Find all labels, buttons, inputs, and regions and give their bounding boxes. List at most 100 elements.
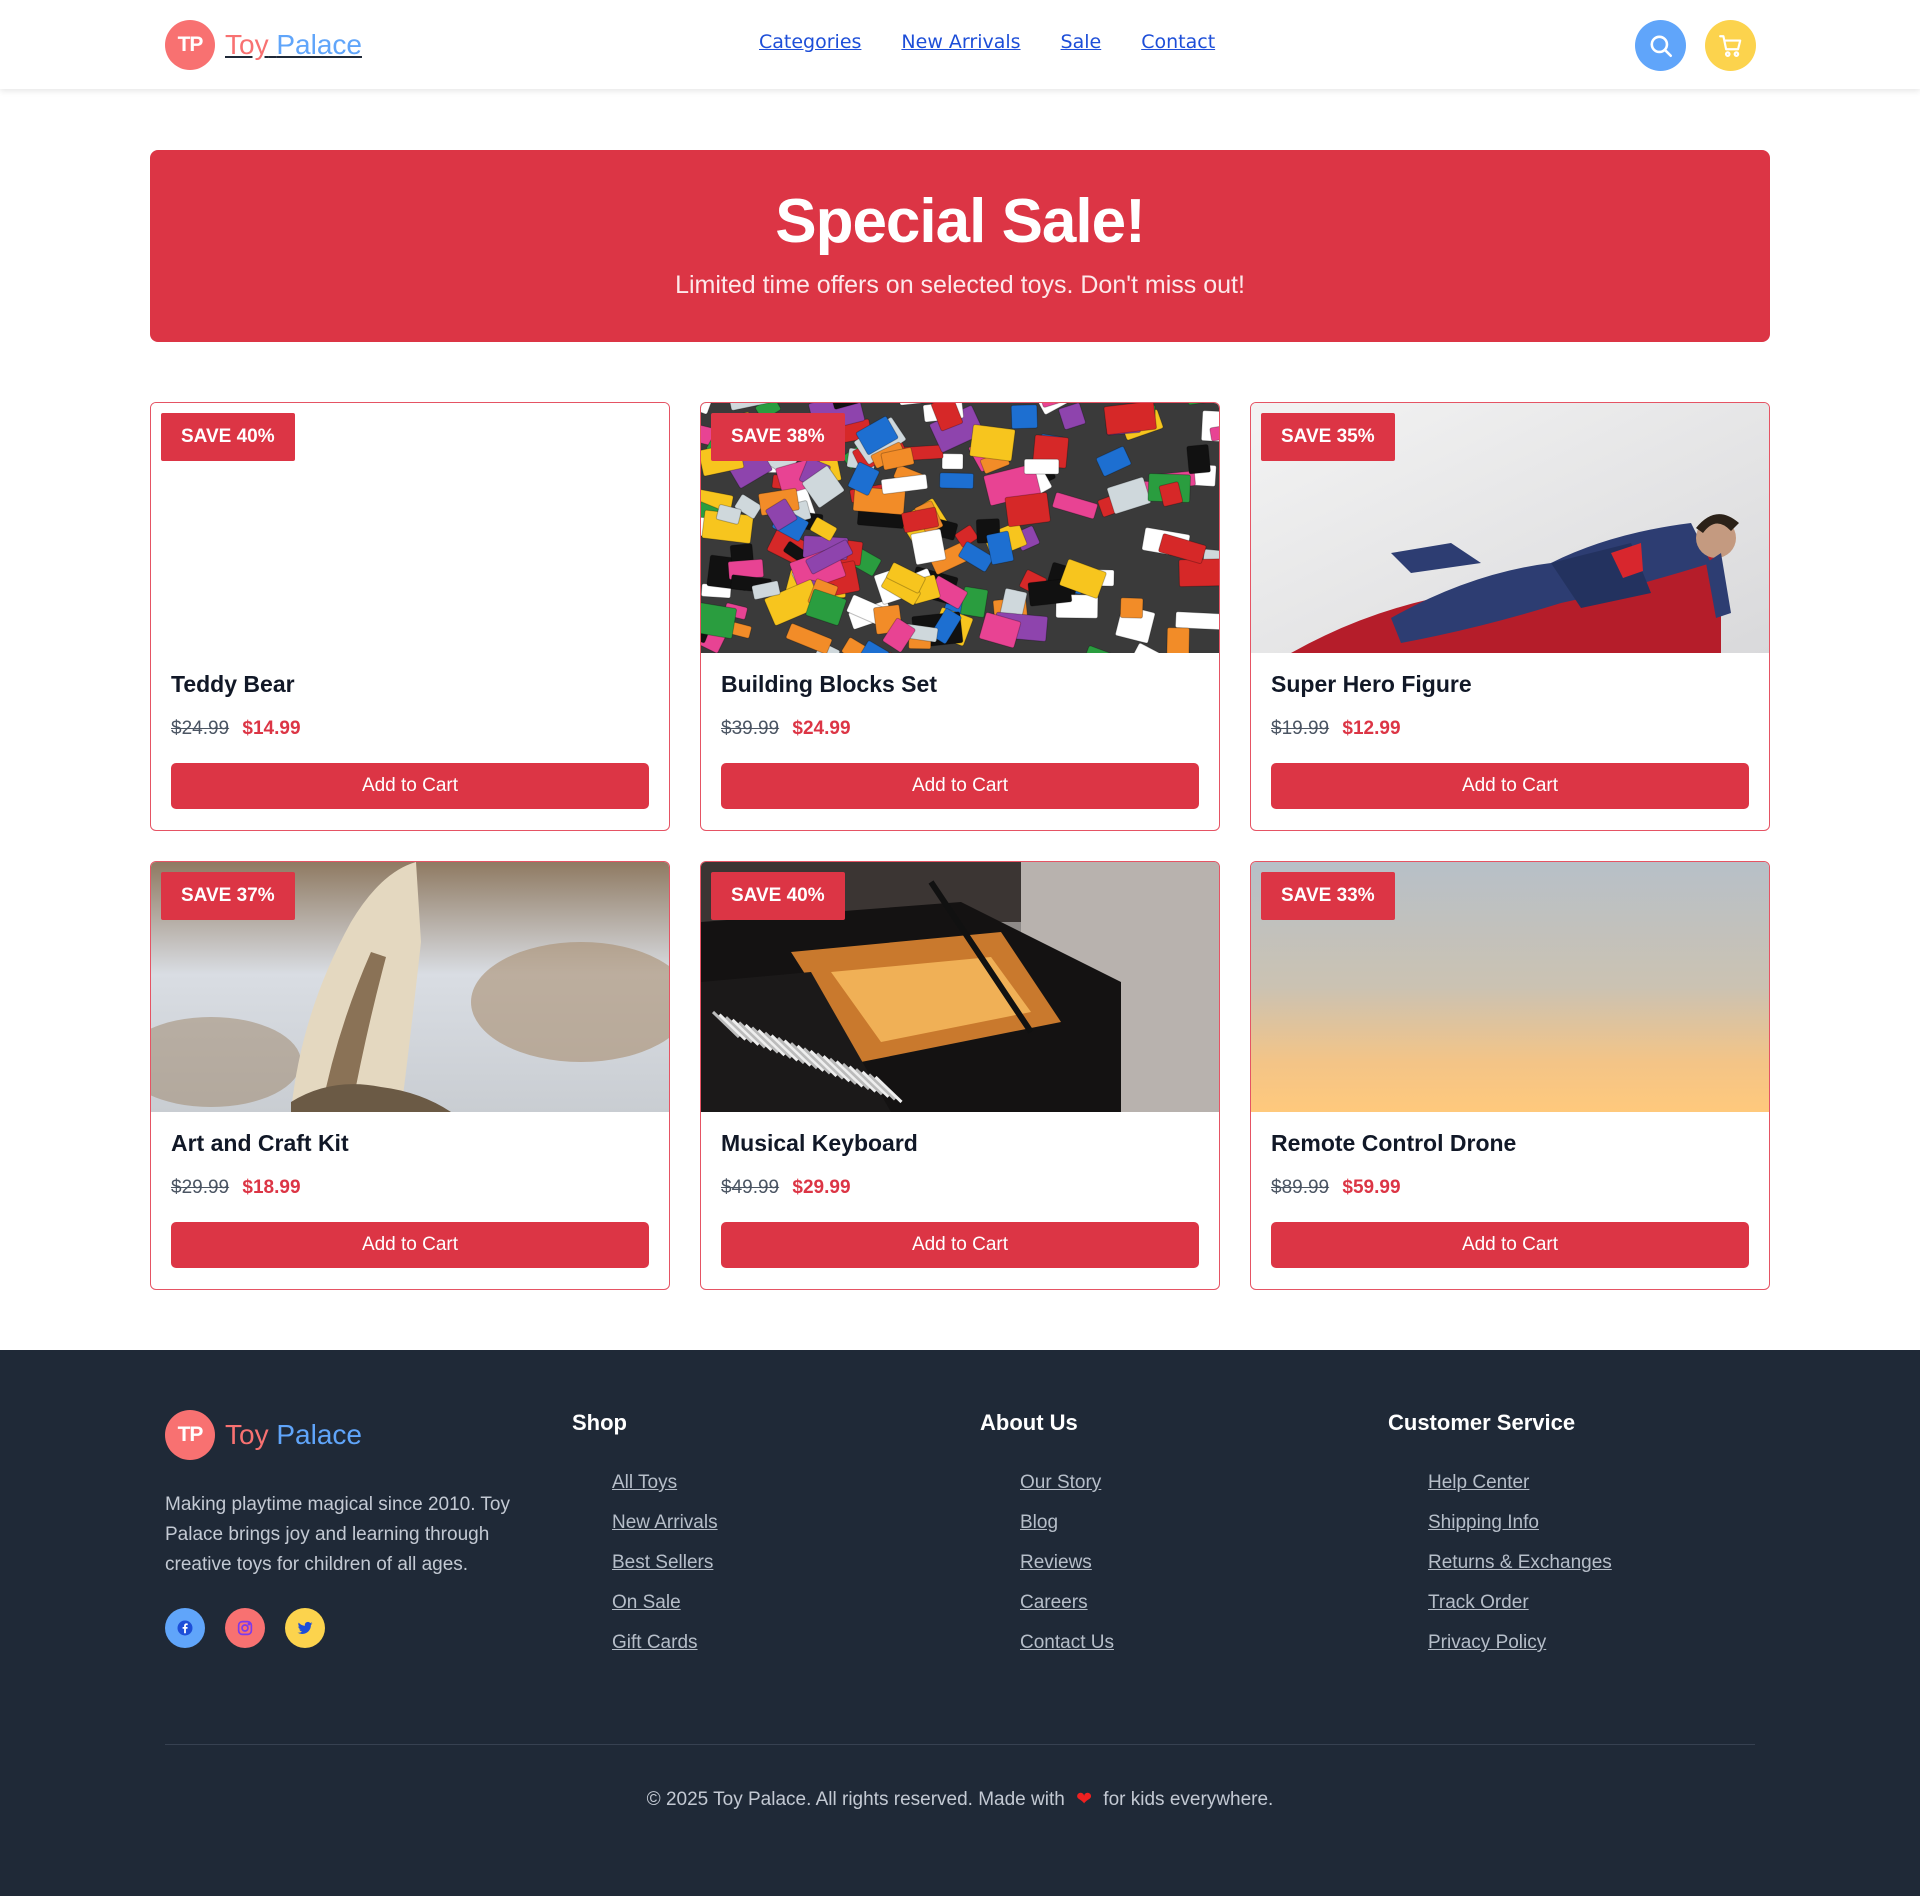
logo-word-1: Toy: [225, 29, 269, 60]
copyright-before: © 2025 Toy Palace. All rights reserved. …: [646, 1789, 1065, 1810]
search-icon: [1649, 34, 1672, 57]
copyright-text: © 2025 Toy Palace. All rights reserved. …: [0, 1788, 1920, 1811]
add-to-cart-button[interactable]: Add to Cart: [1271, 763, 1749, 809]
product-card: SAVE 38% Building Blocks Set $39.99 $24.…: [700, 402, 1220, 831]
footer-link[interactable]: Careers: [1020, 1592, 1088, 1613]
price-group: $49.99 $29.99: [721, 1177, 851, 1199]
product-title[interactable]: Super Hero Figure: [1271, 671, 1472, 698]
product-card: SAVE 40% Teddy Bear $24.99 $14.99 Add to…: [150, 402, 670, 831]
footer-logo-word-2: Palace: [276, 1419, 362, 1450]
sale-price: $18.99: [242, 1177, 301, 1198]
discount-badge: SAVE 38%: [711, 413, 845, 461]
product-card: SAVE 35% Super Hero Figure $19.99 $12.99…: [1250, 402, 1770, 831]
footer-logo-text: Toy Palace: [225, 1419, 362, 1451]
footer-logo-badge: TP: [165, 1410, 215, 1460]
sale-price: $29.99: [792, 1177, 851, 1198]
footer-link[interactable]: Contact Us: [1020, 1632, 1114, 1653]
add-to-cart-button[interactable]: Add to Cart: [171, 1222, 649, 1268]
original-price: $24.99: [171, 718, 230, 739]
footer-link[interactable]: Best Sellers: [612, 1552, 713, 1573]
cart-button[interactable]: [1705, 20, 1756, 71]
discount-badge: SAVE 40%: [711, 872, 845, 920]
add-to-cart-button[interactable]: Add to Cart: [1271, 1222, 1749, 1268]
footer-link[interactable]: All Toys: [612, 1472, 677, 1493]
site-footer: TP Toy Palace Making playtime magical si…: [0, 1350, 1920, 1896]
product-title[interactable]: Building Blocks Set: [721, 671, 937, 698]
original-price: $29.99: [171, 1177, 230, 1198]
nav-sale[interactable]: Sale: [1061, 31, 1102, 53]
footer-column-title: Shop: [572, 1410, 627, 1435]
site-header: TP Toy Palace Categories New Arrivals Sa…: [0, 0, 1920, 89]
footer-link[interactable]: Gift Cards: [612, 1632, 698, 1653]
footer-logo-word-1: Toy: [225, 1419, 269, 1450]
main-nav: Categories New Arrivals Sale Contact: [759, 31, 1215, 53]
discount-badge: SAVE 37%: [161, 872, 295, 920]
footer-link[interactable]: Track Order: [1428, 1592, 1529, 1613]
logo-word-2: Palace: [276, 29, 362, 60]
discount-badge: SAVE 40%: [161, 413, 295, 461]
footer-link[interactable]: Shipping Info: [1428, 1512, 1539, 1533]
footer-column-shop: Shop All Toys New Arrivals Best Sellers …: [572, 1410, 718, 1672]
footer-link[interactable]: Returns & Exchanges: [1428, 1552, 1612, 1573]
logo-link[interactable]: TP Toy Palace: [165, 20, 362, 70]
logo-text: Toy Palace: [225, 29, 362, 61]
footer-link[interactable]: Help Center: [1428, 1472, 1529, 1493]
instagram-icon: [237, 1620, 253, 1636]
footer-divider: [165, 1744, 1755, 1745]
facebook-link[interactable]: [165, 1608, 205, 1648]
footer-link[interactable]: Privacy Policy: [1428, 1632, 1546, 1653]
footer-column-title: About Us: [980, 1410, 1078, 1435]
banner-subtitle: Limited time offers on selected toys. Do…: [675, 271, 1245, 299]
nav-categories[interactable]: Categories: [759, 31, 861, 53]
banner-title: Special Sale!: [775, 187, 1146, 256]
search-button[interactable]: [1635, 20, 1686, 71]
product-card: SAVE 40% Musical Keyboard $49.99 $29.99 …: [700, 861, 1220, 1290]
price-group: $39.99 $24.99: [721, 718, 851, 740]
footer-column-title: Customer Service: [1388, 1410, 1576, 1435]
nav-contact[interactable]: Contact: [1141, 31, 1215, 53]
sale-price: $12.99: [1342, 718, 1401, 739]
social-links: [165, 1608, 325, 1648]
instagram-link[interactable]: [225, 1608, 265, 1648]
price-group: $29.99 $18.99: [171, 1177, 301, 1199]
nav-new-arrivals[interactable]: New Arrivals: [901, 31, 1020, 53]
sale-banner: Special Sale! Limited time offers on sel…: [150, 150, 1770, 342]
heart-icon: ❤: [1076, 1789, 1093, 1810]
shopping-cart-icon: [1718, 34, 1741, 57]
footer-logo[interactable]: TP Toy Palace: [165, 1410, 362, 1460]
price-group: $24.99 $14.99: [171, 718, 301, 740]
product-card: SAVE 37% Art and Craft Kit $29.99 $18.99…: [150, 861, 670, 1290]
discount-badge: SAVE 35%: [1261, 413, 1395, 461]
sale-price: $14.99: [242, 718, 301, 739]
sale-price: $59.99: [1342, 1177, 1401, 1198]
footer-link[interactable]: New Arrivals: [612, 1512, 718, 1533]
product-card: SAVE 33% Remote Control Drone $89.99 $59…: [1250, 861, 1770, 1290]
add-to-cart-button[interactable]: Add to Cart: [171, 763, 649, 809]
price-group: $89.99 $59.99: [1271, 1177, 1401, 1199]
original-price: $39.99: [721, 718, 780, 739]
footer-link[interactable]: Blog: [1020, 1512, 1058, 1533]
product-title[interactable]: Art and Craft Kit: [171, 1130, 349, 1157]
footer-column-about: About Us Our Story Blog Reviews Careers …: [980, 1410, 1114, 1672]
original-price: $89.99: [1271, 1177, 1330, 1198]
facebook-icon: [177, 1620, 193, 1636]
original-price: $19.99: [1271, 718, 1330, 739]
product-title[interactable]: Musical Keyboard: [721, 1130, 918, 1157]
twitter-icon: [297, 1621, 313, 1635]
footer-column-customer-service: Customer Service Help Center Shipping In…: [1388, 1410, 1612, 1672]
twitter-link[interactable]: [285, 1608, 325, 1648]
sale-price: $24.99: [792, 718, 851, 739]
copyright-after: for kids everywhere.: [1103, 1789, 1274, 1810]
footer-description: Making playtime magical since 2010. Toy …: [165, 1494, 510, 1575]
product-title[interactable]: Remote Control Drone: [1271, 1130, 1516, 1157]
add-to-cart-button[interactable]: Add to Cart: [721, 1222, 1199, 1268]
product-title[interactable]: Teddy Bear: [171, 671, 295, 698]
original-price: $49.99: [721, 1177, 780, 1198]
discount-badge: SAVE 33%: [1261, 872, 1395, 920]
logo-badge: TP: [165, 20, 215, 70]
footer-link[interactable]: On Sale: [612, 1592, 681, 1613]
add-to-cart-button[interactable]: Add to Cart: [721, 763, 1199, 809]
footer-link[interactable]: Our Story: [1020, 1472, 1101, 1493]
footer-link[interactable]: Reviews: [1020, 1552, 1092, 1573]
price-group: $19.99 $12.99: [1271, 718, 1401, 740]
